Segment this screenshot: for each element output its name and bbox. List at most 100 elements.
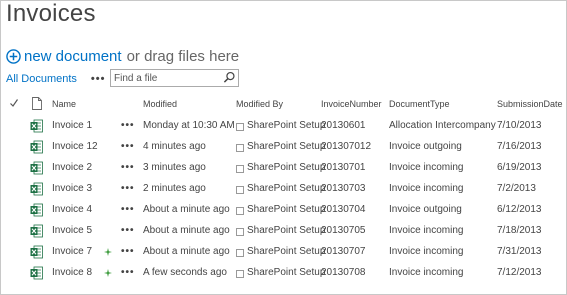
row-more-button[interactable]: ••• bbox=[121, 162, 135, 173]
file-name-link[interactable]: Invoice 3 bbox=[52, 183, 92, 194]
modified-cell: A few seconds ago bbox=[143, 267, 227, 278]
invoice-number-cell: 20130601 bbox=[321, 120, 366, 131]
new-document-link[interactable]: new document bbox=[24, 48, 122, 65]
document-type-cell: Invoice outgoing bbox=[389, 204, 462, 215]
document-type-cell: Invoice outgoing bbox=[389, 141, 462, 152]
presence-box-icon bbox=[236, 144, 244, 152]
modified-by-link[interactable]: SharePoint Setup bbox=[247, 204, 325, 215]
submission-date-cell: 7/12/2013 bbox=[497, 267, 542, 278]
invoice-number-cell: 20130705 bbox=[321, 225, 366, 236]
invoice-number-cell: 20130704 bbox=[321, 204, 366, 215]
modified-cell: 2 minutes ago bbox=[143, 183, 206, 194]
search-icon[interactable] bbox=[223, 71, 236, 84]
presence-box-icon bbox=[236, 249, 244, 257]
table-row[interactable]: Invoice 12 ••• 4 minutes ago SharePoint Set… bbox=[0, 140, 567, 162]
drag-files-hint: or drag files here bbox=[126, 47, 240, 65]
search-box bbox=[110, 69, 239, 87]
file-name-link[interactable]: Invoice 1 bbox=[52, 120, 92, 131]
modified-cell: Monday at 10:30 AM bbox=[143, 120, 235, 131]
modified-cell: 4 minutes ago bbox=[143, 141, 206, 152]
column-header-modified[interactable]: Modified bbox=[143, 99, 177, 109]
presence-box-icon bbox=[236, 165, 244, 173]
modified-cell: About a minute ago bbox=[143, 246, 230, 257]
table-row[interactable]: Invoice 2 ••• 3 minutes ago SharePoint Setu… bbox=[0, 161, 567, 183]
modified-by-link[interactable]: SharePoint Setup bbox=[247, 225, 325, 236]
file-name-link[interactable]: Invoice 12 bbox=[52, 141, 98, 152]
modified-by-link[interactable]: SharePoint Setup bbox=[247, 162, 325, 173]
excel-file-icon bbox=[30, 266, 43, 280]
column-header-submission-date[interactable]: SubmissionDate bbox=[497, 99, 563, 109]
document-type-cell: Invoice incoming bbox=[389, 162, 464, 173]
presence-box-icon bbox=[236, 186, 244, 194]
table-row[interactable]: Invoice 1 ••• Monday at 10:30 AM SharePoint… bbox=[0, 119, 567, 141]
table-row[interactable]: Invoice 4 ••• About a minute ago SharePoint… bbox=[0, 203, 567, 225]
table-row[interactable]: Invoice 8 ••• A few seconds ago SharePoint … bbox=[0, 266, 567, 288]
search-input[interactable] bbox=[111, 70, 222, 86]
submission-date-cell: 7/2/2013 bbox=[497, 183, 536, 194]
column-header-invoice-number[interactable]: InvoiceNumber bbox=[321, 99, 382, 109]
submission-date-cell: 7/31/2013 bbox=[497, 246, 542, 257]
file-name-link[interactable]: Invoice 7 bbox=[52, 246, 92, 257]
select-all-checkmark-icon[interactable] bbox=[10, 98, 18, 108]
presence-box-icon bbox=[236, 123, 244, 131]
modified-by-link[interactable]: SharePoint Setup bbox=[247, 120, 325, 131]
presence-box-icon bbox=[236, 207, 244, 215]
document-type-cell: Invoice incoming bbox=[389, 246, 464, 257]
row-more-button[interactable]: ••• bbox=[121, 225, 135, 236]
row-more-button[interactable]: ••• bbox=[121, 204, 135, 215]
excel-file-icon bbox=[30, 203, 43, 217]
table-row[interactable]: Invoice 5 ••• About a minute ago SharePoint… bbox=[0, 224, 567, 246]
new-sparkle-icon bbox=[103, 248, 112, 256]
invoice-number-cell: 20130708 bbox=[321, 267, 366, 278]
new-document-bar: new document or drag files here bbox=[6, 46, 239, 66]
submission-date-cell: 6/19/2013 bbox=[497, 162, 542, 173]
file-name-link[interactable]: Invoice 5 bbox=[52, 225, 92, 236]
invoice-number-cell: 201307012 bbox=[321, 141, 372, 152]
row-more-button[interactable]: ••• bbox=[121, 120, 135, 131]
excel-file-icon bbox=[30, 119, 43, 133]
file-name-link[interactable]: Invoice 4 bbox=[52, 204, 92, 215]
modified-cell: About a minute ago bbox=[143, 225, 230, 236]
column-header-modified-by[interactable]: Modified By bbox=[236, 99, 283, 109]
column-header-name[interactable]: Name bbox=[52, 99, 76, 109]
submission-date-cell: 7/10/2013 bbox=[497, 120, 542, 131]
modified-by-link[interactable]: SharePoint Setup bbox=[247, 141, 325, 152]
submission-date-cell: 7/18/2013 bbox=[497, 225, 542, 236]
excel-file-icon bbox=[30, 224, 43, 238]
column-header-document-type[interactable]: DocumentType bbox=[389, 99, 450, 109]
modified-by-link[interactable]: SharePoint Setup bbox=[247, 183, 325, 194]
document-type-cell: Invoice incoming bbox=[389, 183, 464, 194]
view-all-documents[interactable]: All Documents bbox=[6, 73, 77, 85]
view-toolbar: All Documents ••• bbox=[6, 70, 105, 88]
file-name-link[interactable]: Invoice 2 bbox=[52, 162, 92, 173]
row-more-button[interactable]: ••• bbox=[121, 141, 135, 152]
table-row[interactable]: Invoice 3 ••• 2 minutes ago SharePoint Setu… bbox=[0, 182, 567, 204]
excel-file-icon bbox=[30, 182, 43, 196]
row-more-button[interactable]: ••• bbox=[121, 267, 135, 278]
document-type-cell: Invoice incoming bbox=[389, 225, 464, 236]
new-sparkle-icon bbox=[103, 269, 112, 277]
plus-circle-icon[interactable] bbox=[6, 48, 21, 64]
invoice-number-cell: 20130703 bbox=[321, 183, 366, 194]
invoice-number-cell: 20130701 bbox=[321, 162, 366, 173]
table-row[interactable]: Invoice 7 ••• About a minute ago SharePoint… bbox=[0, 245, 567, 267]
excel-file-icon bbox=[30, 140, 43, 154]
row-more-button[interactable]: ••• bbox=[121, 183, 135, 194]
document-type-cell: Invoice incoming bbox=[389, 267, 464, 278]
presence-box-icon bbox=[236, 270, 244, 278]
modified-by-link[interactable]: SharePoint Setup bbox=[247, 267, 325, 278]
submission-date-cell: 6/12/2013 bbox=[497, 204, 542, 215]
document-type-icon bbox=[32, 97, 42, 110]
excel-file-icon bbox=[30, 161, 43, 175]
file-name-link[interactable]: Invoice 8 bbox=[52, 267, 92, 278]
row-more-button[interactable]: ••• bbox=[121, 246, 135, 257]
document-type-cell: Allocation Intercompany bbox=[389, 120, 496, 131]
excel-file-icon bbox=[30, 245, 43, 259]
page-title: Invoices bbox=[6, 0, 96, 27]
modified-by-link[interactable]: SharePoint Setup bbox=[247, 246, 325, 257]
submission-date-cell: 7/16/2013 bbox=[497, 141, 542, 152]
modified-cell: 3 minutes ago bbox=[143, 162, 206, 173]
view-more-button[interactable]: ••• bbox=[91, 73, 106, 85]
modified-cell: About a minute ago bbox=[143, 204, 230, 215]
presence-box-icon bbox=[236, 228, 244, 236]
